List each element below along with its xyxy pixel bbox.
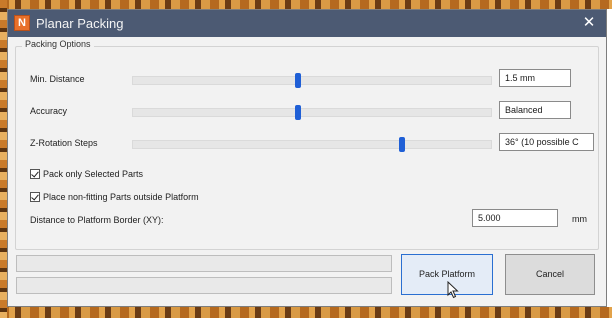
z-rotation-steps-slider[interactable]: [132, 137, 492, 152]
progress-bar-bottom: [16, 277, 392, 294]
title-bar[interactable]: N Planar Packing ✕: [8, 10, 606, 37]
app-logo-icon: N: [14, 15, 30, 31]
window-title: Planar Packing: [36, 16, 124, 31]
cancel-button[interactable]: Cancel: [505, 254, 595, 295]
checkbox-checked-icon[interactable]: [30, 169, 40, 179]
place-outside-platform-checkbox[interactable]: Place non-fitting Parts outside Platform: [30, 192, 199, 202]
mouse-cursor-icon: [447, 281, 459, 299]
accuracy-label: Accuracy: [30, 106, 68, 116]
background-bottom-strip: [0, 307, 612, 318]
accuracy-select[interactable]: Balanced: [499, 101, 571, 119]
accuracy-slider[interactable]: [132, 105, 492, 120]
z-rotation-steps-label: Z-Rotation Steps: [30, 138, 98, 148]
border-distance-unit: mm: [572, 214, 587, 224]
min-distance-label: Min. Distance: [30, 74, 85, 84]
min-distance-input[interactable]: 1.5 mm: [499, 69, 571, 87]
close-button[interactable]: ✕: [580, 14, 598, 32]
border-distance-label: Distance to Platform Border (XY):: [30, 215, 164, 225]
place-outside-platform-label: Place non-fitting Parts outside Platform: [43, 192, 199, 202]
pack-only-selected-label: Pack only Selected Parts: [43, 169, 144, 179]
min-distance-slider[interactable]: [132, 73, 492, 88]
z-rotation-steps-slider-thumb[interactable]: [398, 137, 405, 152]
min-distance-slider-thumb[interactable]: [294, 73, 301, 88]
border-distance-input[interactable]: 5.000: [472, 209, 558, 227]
close-icon: ✕: [582, 14, 596, 31]
planar-packing-dialog: N Planar Packing ✕ Packing Options Min. …: [7, 9, 607, 307]
progress-bar-top: [16, 255, 392, 272]
z-rotation-steps-select[interactable]: 36° (10 possible C: [499, 133, 594, 151]
accuracy-slider-thumb[interactable]: [294, 105, 301, 120]
packing-options-group: Packing Options Min. Distance 1.5 mm Acc…: [15, 39, 599, 250]
background-left-strip: [0, 0, 7, 318]
pack-only-selected-checkbox[interactable]: Pack only Selected Parts: [30, 169, 143, 179]
checkbox-checked-icon[interactable]: [30, 192, 40, 202]
background-top-strip: [0, 0, 612, 9]
packing-options-legend: Packing Options: [22, 39, 94, 49]
